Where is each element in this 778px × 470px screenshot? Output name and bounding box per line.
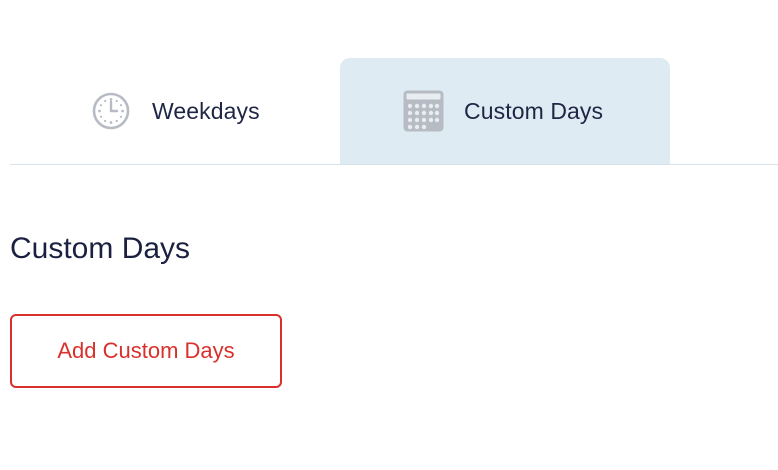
section-title: Custom Days xyxy=(10,232,191,265)
tab-bar: Weekdays Custom Days xyxy=(10,58,778,165)
tab-custom-days-label: Custom Days xyxy=(464,97,604,124)
add-custom-days-button[interactable]: Add Custom Days xyxy=(10,314,282,388)
tab-weekdays[interactable]: Weekdays xyxy=(90,58,320,164)
tab-weekdays-label: Weekdays xyxy=(152,97,260,124)
calendar-icon xyxy=(403,90,444,132)
clock-icon xyxy=(92,92,130,130)
tab-custom-days[interactable]: Custom Days xyxy=(340,58,670,164)
